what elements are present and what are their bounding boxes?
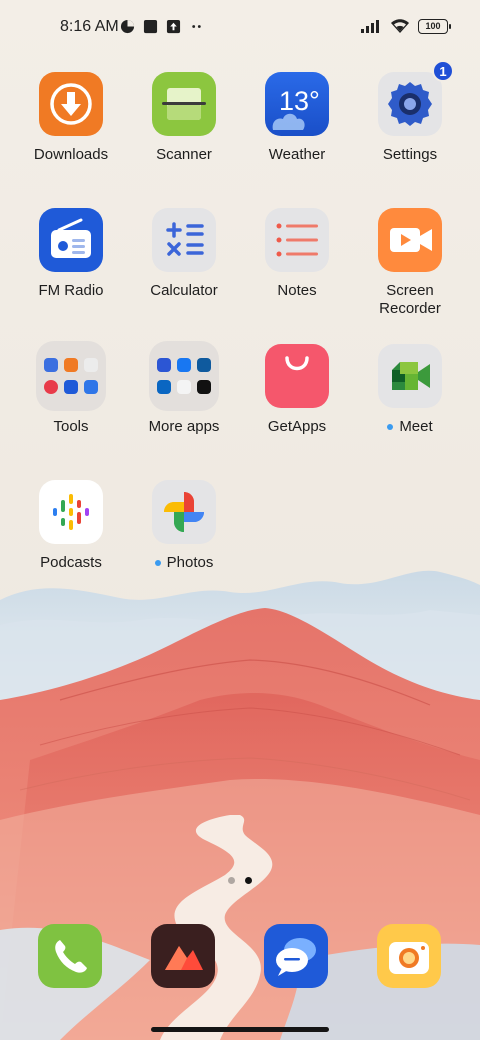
mini-doc-icon: [84, 380, 98, 394]
notes-icon: [265, 208, 329, 272]
app-label-settings: Settings: [382, 146, 438, 163]
system-icons: 100: [360, 18, 451, 34]
app-downloads[interactable]: Downloads: [15, 72, 127, 164]
more-apps-folder-icon: [149, 341, 219, 411]
mini-browser-icon: [44, 358, 58, 372]
mini-amazon-icon: [197, 358, 211, 372]
dock-messaging-app[interactable]: [264, 924, 328, 988]
app-label-fm-radio: FM Radio: [38, 282, 104, 299]
weather-icon: 13°: [265, 72, 329, 136]
settings-notification-badge: 1: [432, 60, 454, 82]
notification-icons: [120, 19, 204, 34]
app-label-meet: Meet: [399, 418, 433, 435]
home-indicator-bar[interactable]: [151, 1027, 329, 1032]
app-meet[interactable]: Meet: [354, 344, 466, 436]
mini-credit-icon: [177, 380, 191, 394]
mini-netflix-icon: [197, 380, 211, 394]
app-label-tools: Tools: [53, 418, 89, 435]
app-weather[interactable]: 13° Weather: [241, 72, 353, 164]
messaging-icon: [276, 938, 316, 976]
app-label-screen-recorder-line1: Screen: [386, 282, 434, 299]
mini-file-manager-icon: [64, 358, 78, 372]
app-notification-icon: [143, 19, 158, 34]
mini-health-icon: [44, 380, 58, 394]
app-label-notes: Notes: [277, 282, 317, 299]
photos-new-dot: [154, 560, 161, 566]
app-label-downloads: Downloads: [33, 146, 109, 163]
tools-folder-icon: [36, 341, 106, 411]
mini-shopping-icon: [157, 358, 171, 372]
podcasts-icon: [39, 480, 103, 544]
wifi-icon: [391, 19, 409, 33]
app-notes[interactable]: Notes: [241, 208, 353, 300]
dock-gallery-app[interactable]: [151, 924, 215, 988]
settings-gear-icon: [378, 72, 442, 136]
folder-tools[interactable]: Tools: [15, 341, 127, 436]
app-settings[interactable]: 1 Settings: [354, 60, 466, 164]
phone-icon: [55, 940, 87, 973]
app-fm-radio[interactable]: FM Radio: [15, 208, 127, 300]
upload-notification-icon: [166, 19, 181, 34]
fm-radio-icon: [39, 208, 103, 272]
app-scanner[interactable]: Scanner: [128, 72, 240, 164]
page-indicator[interactable]: [228, 877, 252, 884]
mini-linkedin-icon: [157, 380, 171, 394]
meet-new-dot: [387, 424, 394, 430]
app-label-calculator: Calculator: [150, 282, 218, 299]
calculator-icon: [152, 208, 216, 272]
app-screen-recorder[interactable]: Screen Recorder: [354, 208, 466, 318]
app-photos[interactable]: Photos: [128, 480, 240, 572]
app-calculator[interactable]: Calculator: [128, 208, 240, 300]
app-label-scanner: Scanner: [156, 146, 212, 163]
mini-docs-icon: [64, 380, 78, 394]
app-label-podcasts: Podcasts: [40, 554, 102, 571]
mini-facebook-icon: [177, 358, 191, 372]
status-bar: 8:16 AM 100: [0, 0, 480, 56]
dock-camera-app[interactable]: [377, 924, 441, 988]
app-label-photos: Photos: [166, 554, 214, 571]
meet-icon: [378, 344, 442, 408]
gallery-icon: [165, 946, 203, 970]
app-podcasts[interactable]: Podcasts: [15, 480, 127, 572]
downloads-icon: [39, 72, 103, 136]
dock-phone-app[interactable]: [38, 924, 102, 988]
more-notifications-icon: [192, 25, 201, 28]
mini-compass-icon: [84, 358, 98, 372]
data-saver-icon: [120, 19, 135, 34]
screen-recorder-icon: [378, 208, 442, 272]
photos-pinwheel-icon: [152, 480, 216, 544]
camera-icon: [389, 942, 429, 974]
app-label-more-apps: More apps: [148, 418, 220, 435]
page-dot-2[interactable]: [245, 877, 252, 884]
app-getapps[interactable]: GetApps: [241, 344, 353, 436]
app-label-getapps: GetApps: [267, 418, 327, 435]
scanner-icon: [152, 72, 216, 136]
page-dot-1[interactable]: [228, 877, 235, 884]
app-label-weather: Weather: [268, 146, 326, 163]
status-time: 8:16 AM: [60, 18, 119, 35]
folder-more-apps[interactable]: More apps: [128, 341, 240, 436]
app-label-screen-recorder-line2: Recorder: [379, 300, 441, 317]
getapps-bag-icon: [265, 344, 329, 408]
battery-indicator: 100: [418, 18, 451, 34]
signal-icon: [361, 20, 379, 33]
